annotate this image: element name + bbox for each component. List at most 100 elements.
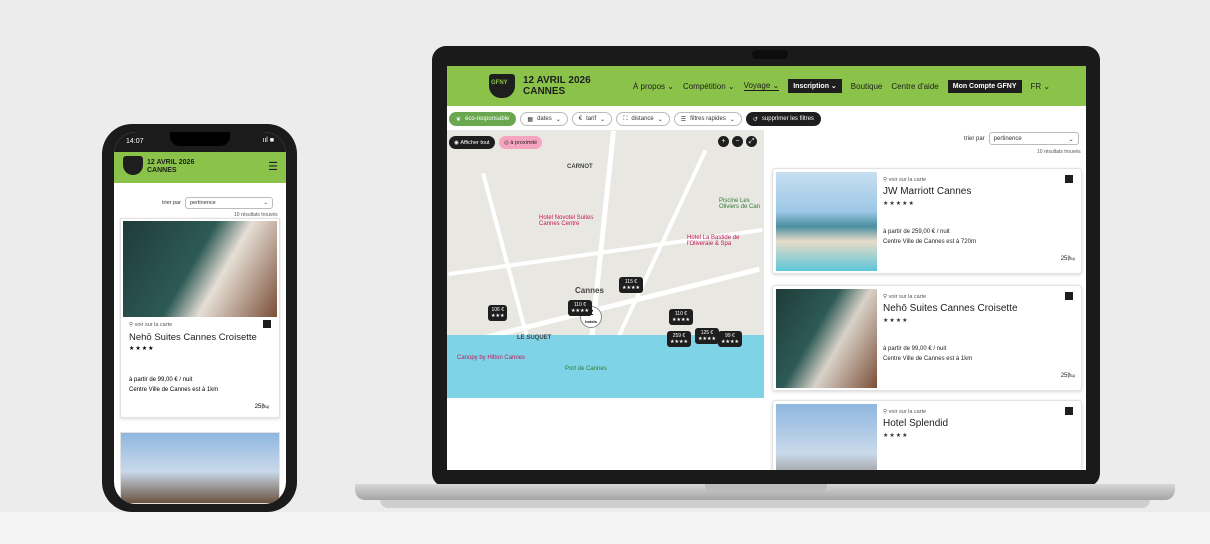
distance-icon: ⛶ — [623, 115, 628, 122]
sort-label: trier par — [162, 200, 181, 206]
event-brand: 12 AVRIL 2026 CANNES — [147, 159, 194, 175]
hotel-stars: ★★★★ — [883, 433, 909, 439]
menu-competition[interactable]: Compétition ⌄ — [683, 82, 735, 91]
chevron-down-icon: ⌄ — [600, 116, 606, 123]
hotel-name: Hotel Splendid — [883, 418, 949, 429]
chevron-down-icon: ⌄ — [1068, 137, 1074, 143]
hotel-photo — [776, 404, 877, 470]
hamburger-menu-icon[interactable]: ☰ — [268, 160, 278, 173]
quick-filters-chip[interactable]: ☰ filtres rapides ⌄ — [673, 112, 742, 126]
eco-filter-chip[interactable]: ❦ éco-responsable — [449, 112, 517, 126]
eco-badge-icon — [263, 320, 271, 328]
map-label: Port de Cannes — [565, 366, 607, 372]
results-count: 10 résultats trouvés — [1037, 149, 1081, 155]
hotel-photo — [776, 289, 877, 388]
hotel-card[interactable]: ⚲ voir sur la carte Hotel Splendid ★★★★ — [772, 400, 1082, 470]
menu-a-propos[interactable]: À propos ⌄ — [633, 82, 674, 91]
map-label: Cannes — [575, 286, 604, 295]
filter-bar: ❦ éco-responsable ▦ dates ⌄ € tarif ⌄ ⛶ distan… — [447, 110, 1086, 128]
main-menu: À propos ⌄ Compétition ⌄ Voyage ⌄ Inscri… — [633, 66, 1050, 106]
hotel-card[interactable]: ⚲ voir sur la carte Nehō Suites Cannes C… — [120, 218, 280, 418]
hotel-price: à partir de 99,00 € / nuit — [129, 377, 193, 383]
phone-notch — [170, 132, 230, 146]
menu-centre-aide[interactable]: Centre d'aide — [891, 82, 938, 91]
laptop-camera — [752, 50, 788, 59]
chevron-down-icon: ⌄ — [657, 116, 663, 123]
map-label: Piscine Les Oliviers de Can — [719, 198, 761, 210]
distance-filter-chip[interactable]: ⛶ distance ⌄ — [616, 112, 670, 126]
price-pin[interactable]: 115 € ★★★★ — [619, 277, 643, 293]
hotel-stars: ★★★★★ — [883, 201, 915, 207]
leaf-icon: ❦ — [456, 116, 462, 123]
price-pin[interactable]: 106 € ★★★ — [488, 305, 508, 321]
menu-boutique[interactable]: Boutique — [851, 82, 883, 91]
top-navbar: GFNY 12 AVRIL 2026 CANNES À propos ⌄ Com… — [447, 66, 1086, 106]
dates-filter-chip[interactable]: ▦ dates ⌄ — [520, 112, 568, 126]
hotel-name: JW Marriott Cannes — [883, 186, 972, 197]
price-pin[interactable]: 125 € ★★★★ — [695, 328, 719, 344]
hotel-name: Nehō Suites Cannes Croisette — [883, 303, 1018, 314]
view-on-map-link[interactable]: ⚲ voir sur la carte — [883, 294, 926, 300]
map-label: Hotel Novotel Suites Cannes Centre — [539, 215, 594, 227]
my-account-button[interactable]: Mon Compte GFNY — [947, 79, 1022, 93]
phone-time: 14:07 — [126, 138, 144, 145]
hotel-list: trier par pertinence ⌄ 10 résultats trouv… — [767, 130, 1086, 470]
menu-inscription[interactable]: Inscription ⌄ — [788, 79, 842, 93]
language-select[interactable]: FR ⌄ — [1031, 82, 1051, 91]
hotel-photo — [121, 433, 279, 503]
hotel-photo — [776, 172, 877, 271]
zoom-out-icon[interactable]: − — [732, 136, 743, 147]
hotel-card[interactable]: ⚲ voir sur la carte JW Marriott Cannes ★… — [772, 168, 1082, 274]
hotel-stars: ★★★★ — [129, 346, 155, 352]
hotel-distance: Centre Ville de Cannes est à 1km — [129, 387, 219, 393]
chevron-down-icon: ⌄ — [263, 200, 268, 206]
price-pin[interactable]: 110 € ★★★★ — [669, 309, 693, 325]
fullscreen-icon[interactable]: ⤢ — [746, 136, 757, 147]
hotel-price: à partir de 259,00 € / nuit — [883, 229, 950, 235]
price-pin[interactable]: 259 € ★★★★ — [667, 331, 691, 347]
event-date: 12 AVRIL 2026 — [147, 159, 195, 166]
reset-icon: ↺ — [752, 116, 758, 123]
event-city: CANNES — [147, 167, 177, 174]
gfny-logo[interactable]: GFNY — [489, 74, 515, 98]
euro-icon: € — [578, 116, 583, 122]
hotel-card[interactable]: ⚲ voir sur la carte Nehō Suites Cannes C… — [772, 285, 1082, 391]
phone-screen: 14:07 ııl ■ 12 AVRIL 2026 CANNES ☰ trier… — [114, 132, 286, 504]
eco-badge-icon — [1065, 407, 1073, 415]
laptop-shadow — [380, 500, 1150, 508]
price-pin[interactable]: 99 € ★★★★ — [718, 331, 742, 347]
event-city: CANNES — [523, 86, 566, 97]
laptop-base-notch — [705, 484, 827, 493]
eco-badge-icon — [1065, 175, 1073, 183]
hotel-price: à partir de 99,00 € / nuit — [883, 346, 947, 352]
zoom-in-icon[interactable]: + — [718, 136, 729, 147]
view-on-map-link[interactable]: ⚲ voir sur la carte — [883, 409, 926, 415]
laptop-screen: GFNY 12 AVRIL 2026 CANNES À propos ⌄ Com… — [447, 66, 1086, 470]
clear-filters-button[interactable]: ↺ supprimer les filtres — [745, 112, 821, 126]
chevron-down-icon: ⌄ — [555, 116, 561, 123]
hotel-beds: 25🛏 — [254, 404, 269, 410]
sort-select[interactable]: pertinence ⌄ — [184, 197, 273, 209]
phone-status-bar: 14:07 ııl ■ — [114, 132, 286, 152]
sort-label: trier par — [964, 135, 985, 142]
sliders-icon: ☰ — [680, 116, 687, 123]
view-on-map-link[interactable]: ⚲ voir sur la carte — [129, 322, 172, 328]
sort-select[interactable]: pertinence ⌄ — [988, 132, 1079, 145]
hotel-distance: Centre Ville de Cannes est à 1km — [883, 356, 973, 362]
show-all-button[interactable]: ◉ Afficher tout — [449, 136, 495, 149]
view-on-map-link[interactable]: ⚲ voir sur la carte — [883, 177, 926, 183]
hotel-photo — [123, 221, 277, 317]
hotel-card[interactable] — [120, 432, 280, 504]
sort-control: trier par pertinence ⌄ — [162, 197, 273, 209]
phone-navbar: 12 AVRIL 2026 CANNES ☰ — [114, 152, 286, 183]
price-filter-chip[interactable]: € tarif ⌄ — [571, 112, 613, 126]
price-pin[interactable]: 110 € ★★★★ — [568, 300, 592, 316]
menu-voyage[interactable]: Voyage ⌄ — [743, 81, 780, 91]
map-label: Canopy by Hilton Cannes — [457, 355, 526, 361]
event-date: 12 AVRIL 2026 — [523, 75, 591, 86]
hotel-map[interactable]: ◉ Afficher tout ◎ à proximité + − ⤢ CARN… — [447, 130, 764, 398]
hotel-stars: ★★★★ — [883, 318, 909, 324]
chevron-down-icon: ⌄ — [729, 116, 735, 123]
nearby-button[interactable]: ◎ à proximité — [499, 136, 543, 149]
gfny-logo[interactable] — [123, 156, 143, 175]
